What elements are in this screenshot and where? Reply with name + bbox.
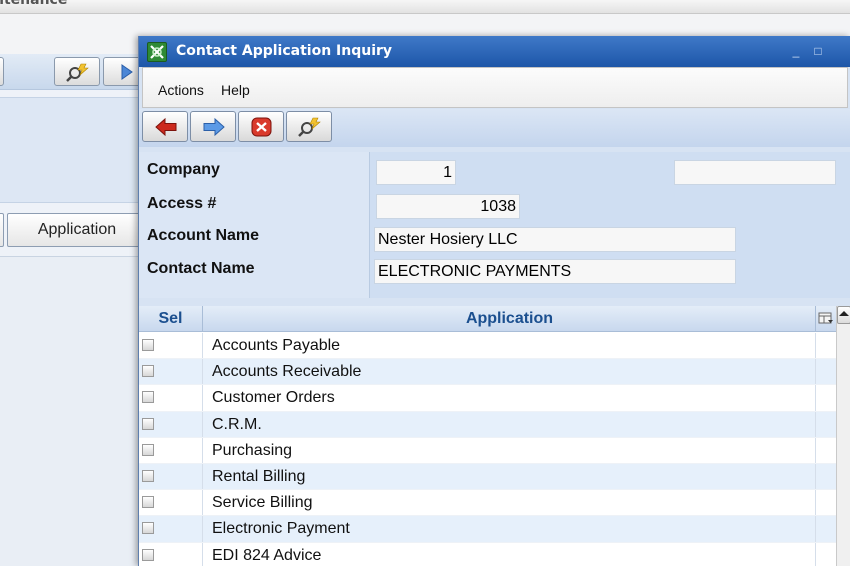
table-row[interactable]: EDI 824 Advice bbox=[139, 542, 836, 566]
account-name-field[interactable]: Nester Hosiery LLC bbox=[374, 227, 736, 252]
sel-cell bbox=[139, 463, 203, 490]
sel-cell bbox=[139, 437, 203, 463]
sel-cell bbox=[139, 385, 203, 411]
sel-cell bbox=[139, 411, 203, 437]
background-tab-previous[interactable] bbox=[0, 213, 4, 247]
search-button[interactable] bbox=[286, 111, 332, 142]
application-cell: Customer Orders bbox=[204, 385, 816, 411]
grid-header: Sel Application bbox=[139, 306, 836, 332]
contact-name-label: Contact Name bbox=[147, 260, 255, 277]
app-logo-icon bbox=[147, 42, 167, 62]
select-checkbox[interactable] bbox=[142, 443, 154, 456]
table-row[interactable]: Purchasing bbox=[139, 437, 836, 464]
back-arrow-icon bbox=[155, 117, 177, 137]
account-name-label: Account Name bbox=[147, 227, 260, 244]
company-name-field[interactable] bbox=[674, 160, 836, 185]
application-cell: Electronic Payment bbox=[204, 516, 816, 542]
menu-help[interactable]: Help bbox=[221, 82, 250, 98]
sel-cell bbox=[139, 542, 203, 566]
access-number-label: Access # bbox=[147, 195, 217, 212]
cancel-icon bbox=[251, 117, 272, 137]
application-cell: Rental Billing bbox=[204, 463, 816, 490]
table-row[interactable]: Accounts Payable bbox=[139, 333, 836, 360]
vertical-scrollbar[interactable] bbox=[836, 306, 850, 566]
application-cell: Purchasing bbox=[204, 437, 816, 463]
sel-cell bbox=[139, 516, 203, 542]
background-window-titlebar: ntenance bbox=[0, 0, 850, 14]
table-row[interactable]: Accounts Receivable bbox=[139, 359, 836, 386]
forward-arrow-icon bbox=[203, 117, 225, 137]
application-cell: EDI 824 Advice bbox=[204, 542, 816, 566]
menu-bar: Actions Help bbox=[142, 67, 848, 108]
application-cell: C.R.M. bbox=[204, 411, 816, 437]
dialog-titlebar[interactable]: Contact Application Inquiry _ □ bbox=[139, 36, 850, 67]
select-checkbox[interactable] bbox=[142, 548, 154, 561]
table-row[interactable]: C.R.M. bbox=[139, 411, 836, 438]
sel-cell bbox=[139, 359, 203, 385]
forward-button[interactable] bbox=[190, 111, 236, 142]
select-checkbox[interactable] bbox=[142, 365, 154, 378]
application-cell: Accounts Payable bbox=[204, 333, 816, 359]
search-icon bbox=[66, 63, 89, 82]
select-checkbox[interactable] bbox=[142, 339, 154, 351]
select-checkbox[interactable] bbox=[142, 496, 154, 509]
table-row[interactable]: Service Billing bbox=[139, 490, 836, 517]
dialog-title: Contact Application Inquiry bbox=[176, 43, 393, 59]
background-toolbar bbox=[0, 54, 149, 90]
contact-application-inquiry-dialog: Contact Application Inquiry _ □ Actions … bbox=[138, 36, 850, 566]
chevron-up-icon bbox=[839, 311, 849, 316]
background-tabbar: Application bbox=[0, 213, 147, 247]
sel-cell bbox=[139, 333, 203, 359]
background-search-button[interactable] bbox=[54, 57, 100, 86]
select-checkbox[interactable] bbox=[142, 417, 154, 430]
minimize-icon[interactable]: _ bbox=[789, 44, 803, 58]
dialog-toolbar bbox=[139, 109, 850, 147]
form-label-column: Company Access # Account Name Contact Na… bbox=[139, 152, 370, 298]
table-row[interactable]: Customer Orders bbox=[139, 385, 836, 412]
select-checkbox[interactable] bbox=[142, 469, 154, 482]
inquiry-form: Company Access # Account Name Contact Na… bbox=[139, 152, 850, 298]
column-options-icon[interactable] bbox=[816, 306, 836, 332]
background-panel bbox=[0, 97, 140, 203]
menu-actions[interactable]: Actions bbox=[158, 82, 204, 98]
company-label: Company bbox=[147, 161, 220, 178]
search-icon bbox=[298, 117, 321, 137]
table-row[interactable]: Electronic Payment bbox=[139, 516, 836, 543]
column-header-application[interactable]: Application bbox=[204, 306, 816, 332]
grid-rows: Accounts Payable Accounts Receivable Custo… bbox=[139, 333, 836, 566]
application-grid: Sel Application Accounts Payable Accounts… bbox=[139, 306, 850, 566]
scroll-up-button[interactable] bbox=[837, 306, 850, 324]
background-content bbox=[0, 256, 140, 566]
application-cell: Service Billing bbox=[204, 490, 816, 516]
back-button[interactable] bbox=[142, 111, 188, 142]
sel-cell bbox=[139, 490, 203, 516]
background-window-title: ntenance bbox=[0, 0, 68, 8]
application-cell: Accounts Receivable bbox=[204, 359, 816, 385]
play-icon bbox=[121, 64, 133, 80]
background-toolbar-button[interactable] bbox=[0, 57, 4, 86]
company-field[interactable]: 1 bbox=[376, 160, 456, 185]
maximize-icon[interactable]: □ bbox=[811, 44, 825, 58]
select-checkbox[interactable] bbox=[142, 391, 154, 404]
contact-name-field[interactable]: ELECTRONIC PAYMENTS bbox=[374, 259, 736, 284]
background-tab-application[interactable]: Application bbox=[7, 213, 147, 247]
cancel-button[interactable] bbox=[238, 111, 284, 142]
select-checkbox[interactable] bbox=[142, 522, 154, 535]
access-number-field[interactable]: 1038 bbox=[376, 194, 520, 219]
table-row[interactable]: Rental Billing bbox=[139, 463, 836, 491]
column-header-sel[interactable]: Sel bbox=[139, 306, 203, 332]
